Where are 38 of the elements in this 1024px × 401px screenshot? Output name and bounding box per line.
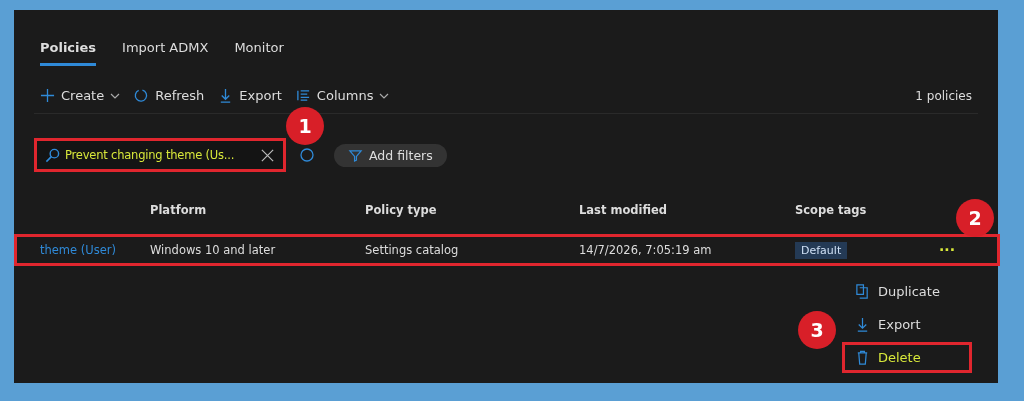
toolbar-button[interactable]: Export xyxy=(218,88,282,103)
download-icon xyxy=(855,317,870,332)
copy-icon xyxy=(855,284,870,299)
menu-item[interactable]: Delete xyxy=(842,342,972,373)
add-filters-button[interactable]: Add filters xyxy=(334,143,447,167)
scope-tag: Default xyxy=(795,241,848,259)
more-button[interactable]: ··· xyxy=(937,242,957,258)
tab[interactable]: Policies xyxy=(40,36,97,66)
menu-item[interactable]: Export xyxy=(842,309,972,340)
search-icon xyxy=(45,147,60,163)
column-header: Last modified xyxy=(579,203,669,217)
tab[interactable]: Monitor xyxy=(234,36,284,66)
info-icon[interactable] xyxy=(300,148,314,162)
close-icon[interactable] xyxy=(260,147,275,163)
search-field[interactable]: Prevent changing theme (Us... xyxy=(34,138,286,172)
search-query: Prevent changing theme (Us... xyxy=(65,148,236,162)
column-header: Policy type xyxy=(365,203,438,217)
trash-icon xyxy=(855,350,870,365)
refresh-icon xyxy=(134,88,150,103)
filter-icon xyxy=(348,147,363,163)
toolbar-button[interactable]: Columns xyxy=(295,88,390,103)
step-badge: 2 xyxy=(956,199,994,237)
columns-icon xyxy=(295,88,311,103)
toolbar-button[interactable]: Refresh xyxy=(134,88,205,103)
table-cell-text: Windows 10 and later xyxy=(150,243,277,257)
policy-link[interactable]: theme (User) xyxy=(40,243,116,257)
table-cell-text: 14/7/2026, 7:05:19 am xyxy=(579,243,713,257)
policy-count: 1 policies xyxy=(915,88,972,103)
tab[interactable]: Import ADMX xyxy=(122,36,209,66)
column-header: Platform xyxy=(150,203,208,217)
table-cell-text: Settings catalog xyxy=(365,243,460,257)
menu-item[interactable]: Duplicate xyxy=(842,276,972,307)
column-header: Scope tags xyxy=(795,203,868,217)
step-badge: 3 xyxy=(798,311,836,349)
step-badge: 1 xyxy=(286,107,324,145)
plus-icon xyxy=(40,88,55,103)
table-row[interactable]: theme (User) Windows 10 and later Settings catalog 14/7/2026, 7:05:19 am Default ··· xyxy=(14,234,1000,266)
toolbar-button[interactable]: Create xyxy=(40,88,121,103)
